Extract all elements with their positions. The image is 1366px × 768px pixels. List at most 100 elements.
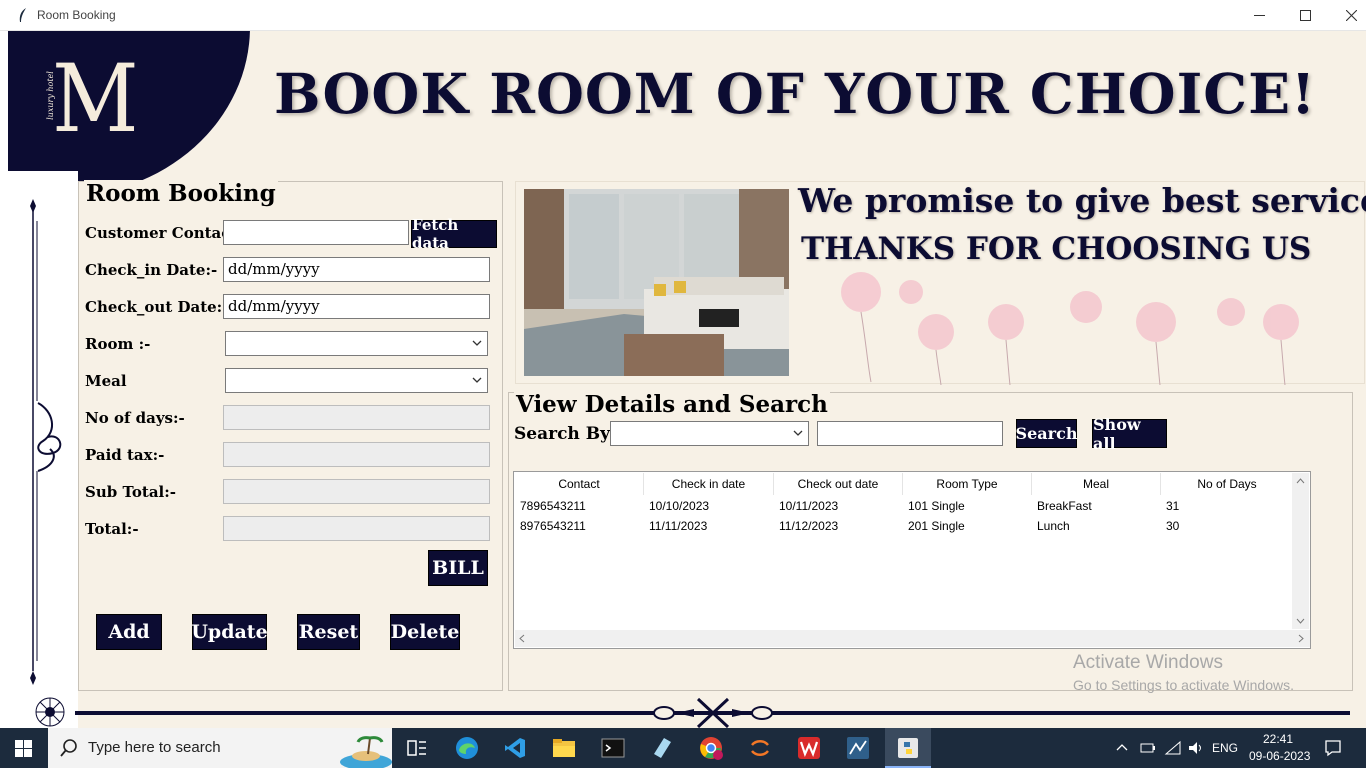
checkin-date-input[interactable]: dd/mm/yyyy — [223, 257, 490, 282]
tax-field — [223, 442, 490, 467]
room-label: Room :- — [85, 335, 151, 353]
column-header[interactable]: No of Days — [1161, 473, 1293, 495]
table-header: Contact Check in date Check out date Roo… — [515, 473, 1293, 495]
taskbar-search[interactable]: Type here to search — [48, 728, 392, 768]
notifications-icon[interactable] — [1324, 739, 1342, 757]
terminal-icon[interactable] — [601, 736, 625, 760]
clock-time[interactable]: 22:41 — [1263, 732, 1293, 746]
horizontal-scrollbar[interactable] — [515, 630, 1310, 647]
subtotal-label: Sub Total:- — [85, 483, 177, 501]
scroll-arrows-icon — [1296, 478, 1305, 624]
scroll-arrows-icon — [519, 634, 1304, 643]
search-input[interactable] — [817, 421, 1003, 446]
feather-icon — [19, 8, 26, 22]
hotel-room-photo — [524, 189, 789, 376]
meal-select[interactable] — [225, 368, 488, 393]
window-title: Room Booking — [37, 8, 116, 22]
taskbar: Type here to search ENG 22:41 09-06-2023 — [0, 728, 1366, 768]
python-icon — [898, 738, 918, 758]
search-by-select[interactable] — [610, 421, 809, 446]
mysql-workbench-icon[interactable] — [846, 736, 870, 760]
table-cell: 7896543211 — [520, 499, 586, 513]
table-cell: 10/11/2023 — [779, 499, 839, 513]
app-window: M luxury hotel BOOK ROOM OF YOUR CHOICE!… — [8, 31, 1366, 728]
chrome-icon[interactable] — [699, 736, 723, 760]
search-icon — [60, 739, 77, 757]
python-app-tab[interactable] — [885, 728, 931, 768]
logo-script: luxury hotel — [45, 71, 55, 120]
chevron-down-icon — [472, 377, 482, 383]
table-cell: 11/12/2023 — [779, 519, 839, 533]
logo-letter: M — [52, 45, 139, 154]
file-explorer-icon[interactable] — [552, 736, 576, 760]
language-indicator[interactable]: ENG — [1212, 741, 1238, 755]
task-view-icon[interactable] — [405, 736, 429, 760]
promise-line-1: We promise to give best services, — [798, 181, 1366, 220]
fetch-data-button[interactable]: Fetch data — [411, 216, 497, 252]
column-header[interactable]: Check out date — [774, 473, 903, 495]
days-field — [223, 405, 490, 430]
table-row[interactable]: 8976543211 11/11/2023 11/12/2023 201 Sin… — [515, 516, 1293, 536]
checkout-date-label: Check_out Date:- — [85, 298, 229, 316]
ornament-icon — [30, 199, 65, 727]
footer-ornament-icon — [653, 697, 773, 728]
table-cell: 10/10/2023 — [649, 499, 710, 513]
search-by-label: Search By: — [514, 424, 617, 444]
maximize-icon — [1299, 10, 1311, 21]
close-button[interactable] — [1328, 0, 1366, 31]
table-cell: 31 — [1166, 499, 1180, 513]
show-all-button[interactable]: Show all — [1092, 415, 1167, 453]
clock-date[interactable]: 09-06-2023 — [1249, 749, 1310, 763]
chevron-down-icon — [793, 430, 803, 436]
column-header[interactable]: Check in date — [644, 473, 774, 495]
column-header[interactable]: Contact — [515, 473, 644, 495]
table-cell: BreakFast — [1037, 499, 1092, 513]
table-cell: 11/11/2023 — [649, 519, 708, 533]
battery-icon[interactable] — [1140, 741, 1156, 755]
tax-label: Paid tax:- — [85, 446, 165, 464]
table-row[interactable]: 7896543211 10/10/2023 10/11/2023 101 Sin… — [515, 496, 1293, 516]
minimize-button[interactable] — [1236, 0, 1282, 31]
volume-icon[interactable] — [1187, 740, 1205, 756]
table-cell: 201 Single — [908, 519, 965, 533]
room-select[interactable] — [225, 331, 488, 356]
vscode-icon[interactable] — [503, 736, 527, 760]
wifi-icon[interactable] — [1164, 740, 1182, 756]
table-cell: 30 — [1166, 519, 1180, 533]
checkout-date-input[interactable]: dd/mm/yyyy — [223, 294, 490, 319]
notepad-icon[interactable] — [650, 736, 674, 760]
bill-button[interactable]: BILL — [428, 550, 488, 586]
maximize-button[interactable] — [1282, 0, 1328, 31]
add-button[interactable]: Add — [96, 614, 162, 650]
close-icon — [1345, 10, 1357, 21]
wps-icon[interactable] — [797, 736, 821, 760]
column-header[interactable]: Room Type — [903, 473, 1032, 495]
vertical-scrollbar[interactable] — [1292, 473, 1309, 629]
column-header[interactable]: Meal — [1032, 473, 1161, 495]
panel-title: Room Booking — [84, 180, 278, 207]
meal-label: Meal — [85, 372, 127, 390]
table-cell: 101 Single — [908, 499, 965, 513]
total-label: Total:- — [85, 520, 139, 538]
edge-icon[interactable] — [455, 736, 479, 760]
chevron-up-icon[interactable] — [1116, 742, 1128, 754]
subtotal-field — [223, 479, 490, 504]
bookings-table[interactable]: Contact Check in date Check out date Roo… — [513, 471, 1311, 649]
activate-windows-subtitle: Go to Settings to activate Windows. — [1073, 677, 1294, 693]
delete-button[interactable]: Delete — [390, 614, 460, 650]
reset-button[interactable]: Reset — [297, 614, 360, 650]
update-button[interactable]: Update — [191, 614, 268, 650]
beach-illustration-icon — [340, 736, 392, 768]
taskbar-search-placeholder: Type here to search — [88, 739, 221, 756]
customer-contact-input[interactable] — [223, 220, 409, 245]
days-label: No of days:- — [85, 409, 185, 427]
promise-line-2: THANKS FOR CHOOSING US — [801, 231, 1312, 267]
windows-start-icon[interactable] — [15, 740, 32, 757]
left-ornament — [8, 171, 78, 728]
window-titlebar: Room Booking — [0, 0, 1366, 31]
jupyter-icon[interactable] — [748, 736, 772, 760]
search-button[interactable]: Search — [1016, 419, 1077, 448]
minimize-icon — [1253, 14, 1265, 16]
total-field — [223, 516, 490, 541]
header: M luxury hotel BOOK ROOM OF YOUR CHOICE! — [8, 31, 1366, 197]
